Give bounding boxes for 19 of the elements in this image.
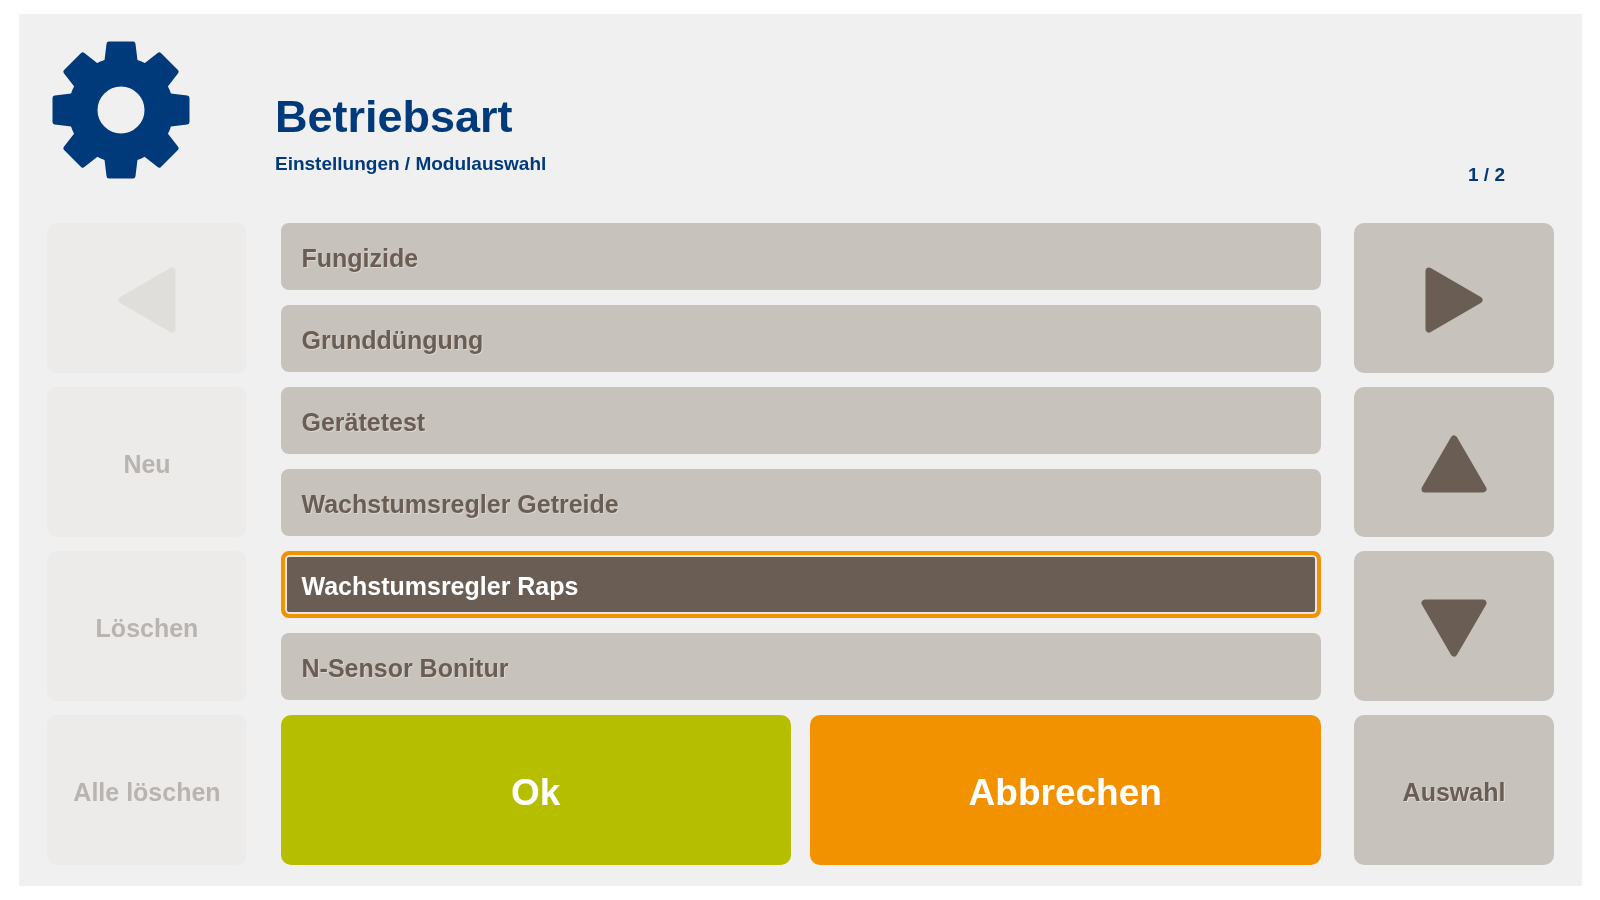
page-indicator: 1 / 2 [1468,164,1505,186]
list-item[interactable]: N-Sensor Bonitur [280,633,1321,700]
up-triangle-icon [1421,435,1487,493]
ok-button[interactable]: Ok [280,715,791,865]
next-page-button[interactable] [1354,223,1554,373]
breadcrumb: Einstellungen / Modulauswahl [275,153,547,175]
page-title: Betriebsart [275,91,513,143]
list-item[interactable]: Wachstumsregler Getreide [280,469,1321,536]
down-triangle-icon [1421,599,1487,657]
right-triangle-icon [1425,267,1483,333]
list-item[interactable]: Wachstumsregler Raps [280,551,1321,618]
gear-icon [52,41,190,179]
select-button[interactable]: Auswahl [1354,715,1554,865]
scroll-down-button[interactable] [1354,551,1554,701]
cancel-button[interactable]: Abbrechen [810,715,1321,865]
list-item[interactable]: Gerätetest [280,387,1321,454]
list-item[interactable]: Fungizide [280,223,1321,290]
scroll-up-button[interactable] [1354,387,1554,537]
list-item[interactable]: Grunddüngung [280,305,1321,372]
